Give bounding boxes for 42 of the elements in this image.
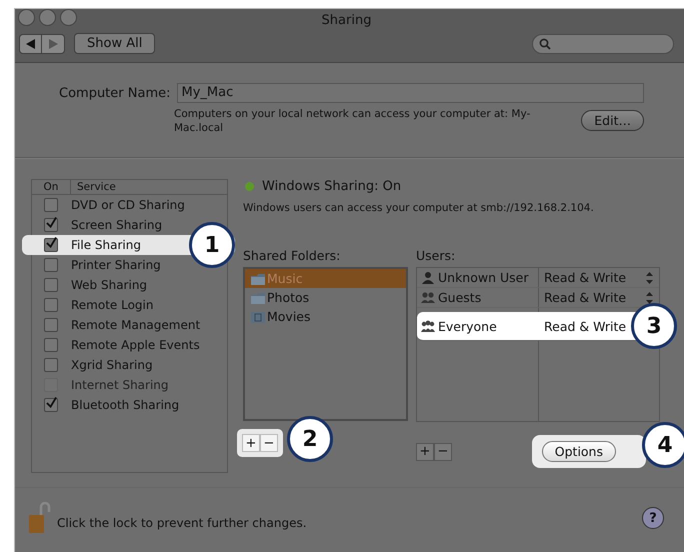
folder-item[interactable]: Movies (245, 307, 406, 326)
help-button[interactable]: ? (642, 507, 664, 529)
service-name[interactable]: Printer Sharing (71, 258, 161, 272)
lock-note: Click the lock to prevent further changes. (57, 516, 307, 530)
status-label: Windows Sharing: On (262, 179, 402, 194)
service-name[interactable]: Remote Management (71, 318, 200, 332)
column-header: Service (76, 180, 116, 194)
service-name[interactable]: DVD or CD Sharing (71, 198, 185, 212)
user-name: Guests (438, 290, 482, 305)
description-text: Windows users can access your computer at smb://192.168.2.104. (243, 202, 595, 214)
folder-item[interactable]: Music (245, 269, 406, 288)
service-name[interactable]: Web Sharing (71, 278, 148, 292)
field-label: Computer Name: (59, 86, 170, 100)
service-name[interactable]: Bluetooth Sharing (71, 398, 180, 412)
permission-popup[interactable]: Read & Write (538, 270, 632, 285)
service-name[interactable]: Xgrid Sharing (71, 358, 153, 372)
section-label: Shared Folders: (243, 248, 342, 263)
remove-button[interactable]: − (260, 434, 278, 452)
column-header: On (32, 180, 71, 194)
user-name: Everyone (438, 318, 497, 334)
user-name: Unknown User (438, 270, 528, 285)
service-name[interactable]: Screen Sharing (71, 218, 162, 232)
remove-button[interactable]: − (434, 442, 452, 460)
add-button[interactable]: + (416, 442, 434, 460)
service-name[interactable]: Remote Apple Events (71, 338, 200, 352)
add-button[interactable]: + (242, 434, 260, 452)
show-all-button[interactable]: Show All (74, 33, 156, 54)
service-name[interactable]: File Sharing (71, 238, 141, 252)
folder-item[interactable]: Photos (245, 288, 406, 307)
callout-number: 4 (642, 422, 684, 468)
computer-name-field[interactable]: My_Mac (176, 83, 644, 103)
permission-popup[interactable]: Read & Write (538, 318, 632, 334)
permission-popup[interactable]: Read & Write (538, 290, 632, 305)
section-label: Users: (416, 248, 456, 263)
callout-number: 2 (287, 416, 333, 462)
callout-number: 1 (189, 222, 235, 268)
callout-number: 3 (631, 303, 677, 349)
edit-button[interactable]: Edit… (581, 110, 644, 131)
window-title: Sharing (322, 13, 372, 29)
options-button[interactable]: Options (542, 441, 616, 462)
service-name[interactable]: Remote Login (71, 298, 154, 312)
description-text: Computers on your local network can access your computer at: My-Mac.local (174, 107, 532, 135)
